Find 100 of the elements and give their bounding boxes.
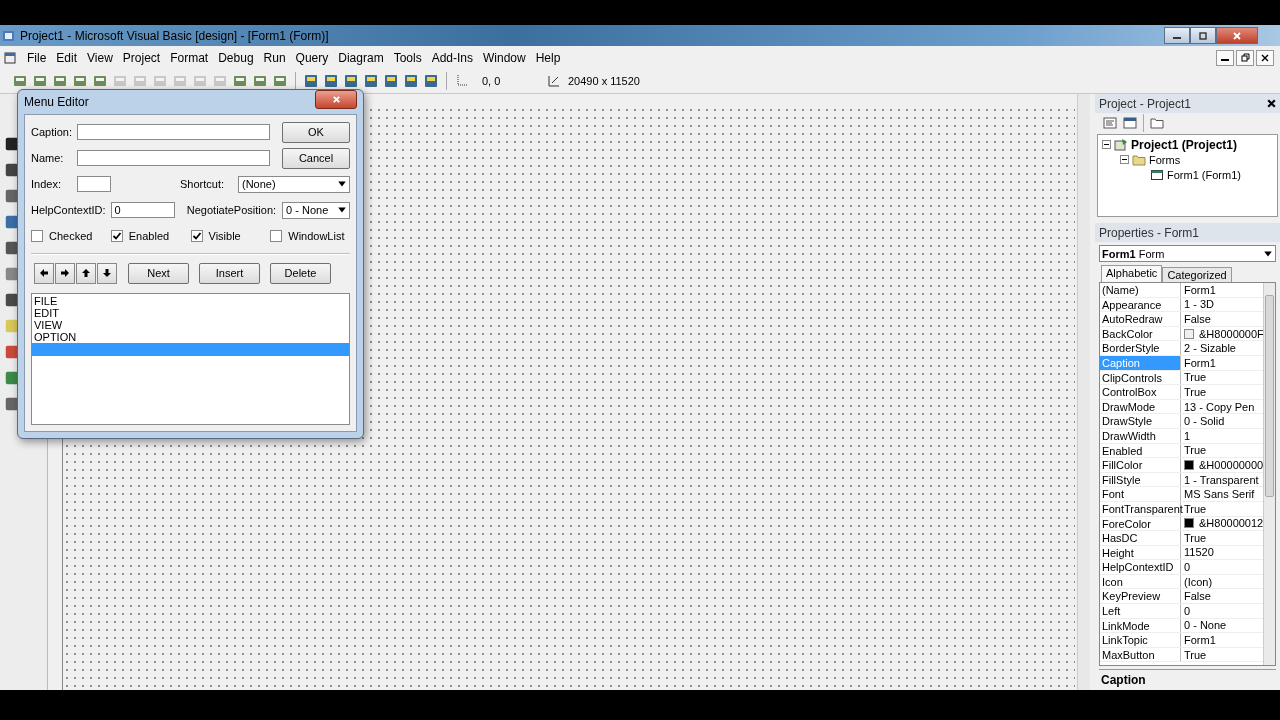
tree-item[interactable]: Form1 (Form1)	[1167, 168, 1241, 181]
ok-button[interactable]: OK	[282, 121, 350, 143]
menu-item[interactable]: Format	[165, 50, 214, 65]
object-dropdown[interactable]: Form1 Form	[1099, 245, 1276, 262]
property-name[interactable]: Appearance	[1100, 297, 1181, 312]
checkbox[interactable]	[110, 230, 123, 242]
property-name[interactable]: Enabled	[1100, 443, 1181, 458]
maximize-icon	[1198, 30, 1208, 41]
size-icon	[546, 73, 562, 89]
delete-button[interactable]: Delete	[270, 262, 331, 284]
scrollbar[interactable]	[1263, 283, 1275, 665]
property-value: Form1	[1184, 356, 1216, 369]
view-code-icon[interactable]	[1103, 115, 1117, 130]
right-arrow-button[interactable]	[55, 262, 75, 284]
up-arrow-button[interactable]	[76, 262, 96, 284]
property-value: True	[1184, 385, 1207, 398]
menu-item[interactable]: Project	[117, 50, 166, 65]
close-icon[interactable]	[1266, 98, 1277, 109]
property-value: 0 - Solid	[1184, 415, 1225, 428]
property-name[interactable]: ClipControls	[1100, 370, 1181, 385]
property-name[interactable]: BackColor	[1100, 326, 1181, 341]
close-icon	[331, 95, 341, 104]
menu-list-item[interactable]: FILE	[32, 295, 349, 307]
property-name[interactable]: FontTransparent	[1100, 501, 1181, 516]
tab[interactable]: Alphabetic	[1101, 265, 1163, 282]
left-arrow-icon	[39, 268, 49, 278]
collapse-toggle-icon[interactable]	[1120, 155, 1129, 165]
checkbox-label: WindowList	[288, 230, 345, 242]
property-name[interactable]: DrawStyle	[1100, 414, 1181, 428]
menu-list-item[interactable]: EDIT	[32, 307, 349, 319]
size-readout: 20490 x 11520	[568, 75, 640, 87]
menu-item[interactable]: File	[22, 50, 52, 65]
menu-list-item[interactable]: OPTION	[32, 331, 349, 343]
down-arrow-button[interactable]	[97, 262, 117, 284]
property-value: Form1	[1184, 283, 1216, 296]
name-field[interactable]	[77, 150, 270, 166]
property-value: False	[1184, 590, 1211, 603]
property-name[interactable]: AutoRedraw	[1100, 312, 1181, 326]
checkbox[interactable]	[31, 230, 43, 242]
menu-item[interactable]: Query	[290, 50, 334, 65]
menu-item[interactable]: Tools	[388, 50, 427, 65]
property-name[interactable]: LinkMode	[1100, 618, 1181, 633]
index-field[interactable]	[77, 176, 111, 192]
tree-item[interactable]: Project1 (Project1)	[1131, 137, 1238, 152]
help-context-field[interactable]: 0	[110, 202, 175, 218]
left-arrow-button[interactable]	[34, 262, 54, 284]
close-button[interactable]	[315, 90, 357, 109]
cancel-button[interactable]: Cancel	[282, 147, 350, 169]
menu-item[interactable]: View	[82, 50, 118, 65]
checkbox[interactable]	[190, 230, 203, 242]
property-name[interactable]: MaxButton	[1100, 647, 1181, 662]
property-name[interactable]: (Name)	[1100, 283, 1181, 297]
menu-item[interactable]: Debug	[213, 50, 259, 65]
close-button[interactable]	[1256, 49, 1274, 66]
scrollbar[interactable]	[1077, 94, 1090, 690]
property-value: 1 - 3D	[1184, 298, 1214, 311]
property-name[interactable]: KeyPreview	[1100, 589, 1181, 604]
restore-button[interactable]	[1236, 49, 1254, 66]
menu-item[interactable]: Window	[478, 50, 531, 65]
property-name[interactable]: Height	[1100, 545, 1181, 560]
restore-button[interactable]	[1190, 27, 1216, 44]
caption-field[interactable]	[77, 124, 270, 140]
menu-item[interactable]: Run	[258, 50, 291, 65]
property-name[interactable]: BorderStyle	[1100, 341, 1181, 355]
property-name[interactable]: Left	[1100, 604, 1181, 618]
property-name[interactable]: ForeColor	[1100, 516, 1181, 531]
property-name[interactable]: DrawWidth	[1100, 428, 1181, 443]
property-name[interactable]: HasDC	[1100, 531, 1181, 545]
property-name[interactable]: Icon	[1100, 574, 1181, 589]
minimize-button[interactable]	[1164, 27, 1190, 44]
property-name[interactable]: LinkTopic	[1100, 633, 1181, 647]
checkbox[interactable]	[270, 230, 283, 242]
menu-item[interactable]: Edit	[51, 50, 83, 65]
collapse-toggle-icon[interactable]	[1102, 140, 1111, 150]
dropdown-arrow-icon	[337, 205, 347, 215]
view-object-icon[interactable]	[1123, 115, 1137, 130]
property-name[interactable]: FillStyle	[1100, 472, 1181, 487]
menu-item[interactable]: Add-Ins	[426, 50, 478, 65]
property-name[interactable]: Font	[1100, 487, 1181, 501]
tab[interactable]: Categorized	[1162, 267, 1232, 282]
tree-item[interactable]: Forms	[1149, 153, 1181, 166]
property-value: True	[1184, 444, 1207, 457]
property-name[interactable]: ControlBox	[1100, 385, 1181, 399]
app-icon	[2, 28, 16, 43]
property-name[interactable]: HelpContextID	[1100, 560, 1181, 574]
dialog-title: Menu Editor	[24, 95, 89, 109]
property-value: 13 - Copy Pen	[1184, 400, 1255, 413]
field-label: Caption:	[31, 126, 73, 138]
minimize-button[interactable]	[1216, 49, 1234, 66]
menu-item[interactable]: Help	[530, 50, 566, 65]
insert-button[interactable]: Insert	[199, 262, 260, 284]
property-name[interactable]: DrawMode	[1100, 399, 1181, 414]
menu-item[interactable]: Diagram	[333, 50, 389, 65]
menu-list-item[interactable]: VIEW	[32, 319, 349, 331]
shortcut-dropdown[interactable]: (None)	[238, 175, 350, 193]
property-value: True	[1184, 531, 1207, 544]
property-value: 11520	[1184, 546, 1214, 559]
negotiate-dropdown[interactable]: 0 - None	[282, 201, 350, 219]
property-name[interactable]: FillColor	[1100, 458, 1181, 472]
next-button[interactable]: Next	[128, 262, 189, 284]
